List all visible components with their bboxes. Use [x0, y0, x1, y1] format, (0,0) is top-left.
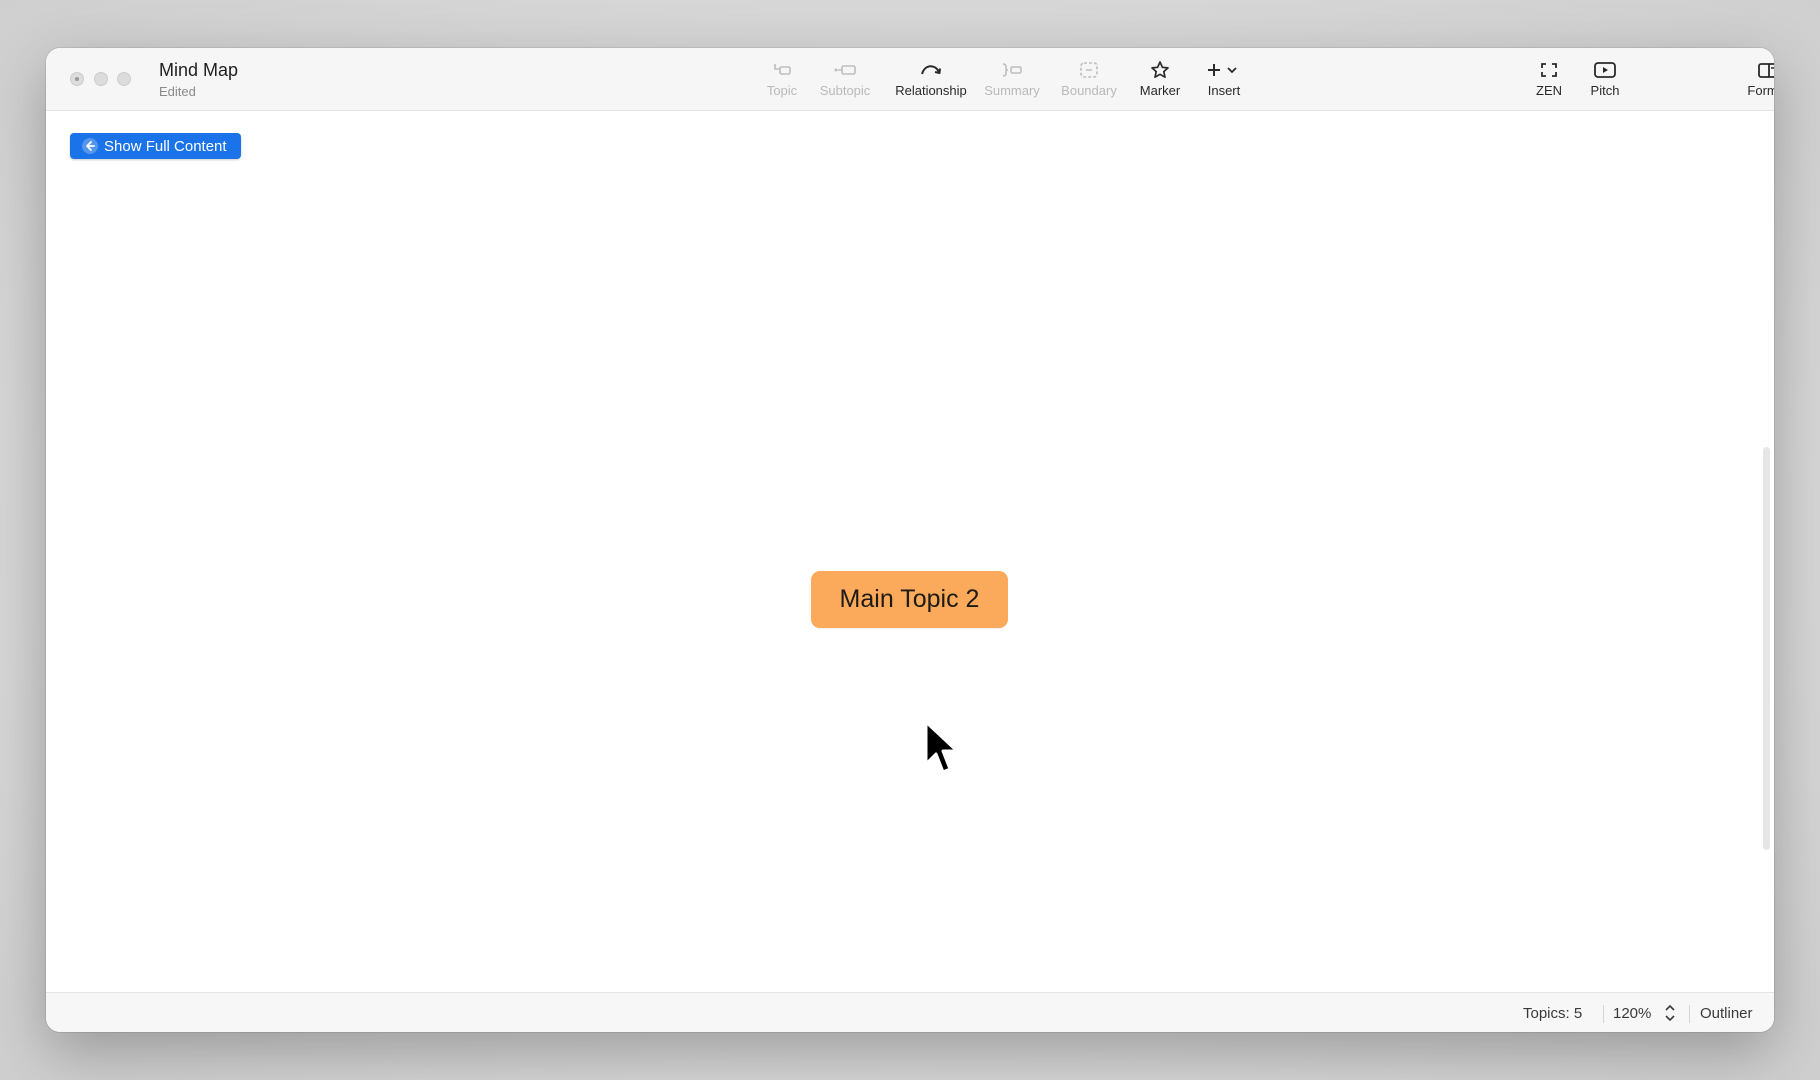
insert-button-label: Insert: [1207, 83, 1241, 98]
main-topic-text: Main Topic 2: [839, 585, 980, 613]
window-zoom-button[interactable]: [117, 72, 131, 86]
vertical-scrollbar[interactable]: [1763, 447, 1770, 850]
mind-map-canvas[interactable]: Show Full Content Main Topic 2: [46, 111, 1774, 972]
relationship-button-label: Relationship: [895, 83, 967, 98]
summary-button-label: Summary: [984, 83, 1040, 98]
mouse-pointer-icon: [924, 720, 964, 780]
document-status: Edited: [159, 84, 196, 99]
zoom-stepper-icon[interactable]: [1663, 1002, 1677, 1029]
subtopic-button[interactable]: Subtopic: [812, 58, 878, 102]
chevron-down-icon: [1227, 67, 1237, 74]
summary-button[interactable]: Summary: [977, 58, 1047, 102]
play-screen-icon: [1593, 58, 1617, 82]
boundary-icon: [1078, 58, 1100, 82]
zen-button-label: ZEN: [1536, 83, 1562, 98]
topics-count: Topics: 5: [1523, 1005, 1583, 1022]
summary-icon: [1000, 58, 1024, 82]
insert-menu-button[interactable]: Insert: [1196, 58, 1252, 102]
sidebar-panel-icon: [1757, 58, 1774, 82]
format-button-label: Format: [1747, 83, 1774, 98]
topic-button-label: Topic: [766, 83, 798, 98]
pitch-button[interactable]: Pitch: [1582, 58, 1628, 102]
window-minimize-button[interactable]: [94, 72, 108, 86]
format-panel-button[interactable]: Format: [1740, 58, 1774, 102]
boundary-button-label: Boundary: [1061, 83, 1117, 98]
status-divider: [1689, 1005, 1690, 1023]
fullscreen-icon: [1539, 58, 1559, 82]
main-topic-node[interactable]: Main Topic 2: [811, 571, 1008, 628]
status-bar: Topics: 5 120% Outliner: [46, 992, 1774, 1032]
zen-mode-button[interactable]: ZEN: [1529, 58, 1569, 102]
titlebar: Mind Map Edited Topic Subtopic Relations…: [46, 48, 1774, 111]
zoom-level[interactable]: 120%: [1613, 1005, 1651, 1022]
topic-button[interactable]: Topic: [757, 58, 807, 102]
app-window: Mind Map Edited Topic Subtopic Relations…: [46, 48, 1774, 1032]
pitch-button-label: Pitch: [1590, 83, 1620, 98]
subtopic-icon: [833, 58, 857, 82]
show-full-content-button[interactable]: Show Full Content: [70, 133, 241, 159]
status-divider: [1603, 1005, 1604, 1023]
marker-button-label: Marker: [1139, 83, 1181, 98]
topic-icon: [772, 58, 792, 82]
subtopic-button-label: Subtopic: [819, 83, 871, 98]
window-close-button[interactable]: [70, 72, 84, 86]
document-title[interactable]: Mind Map: [159, 60, 238, 81]
arrow-left-icon: [82, 138, 98, 154]
marker-button[interactable]: Marker: [1132, 58, 1188, 102]
relationship-curve-icon: [918, 58, 944, 82]
boundary-button[interactable]: Boundary: [1053, 58, 1125, 102]
star-icon: [1149, 58, 1171, 82]
outliner-button[interactable]: Outliner: [1700, 1005, 1753, 1022]
show-full-content-label: Show Full Content: [104, 137, 227, 155]
relationship-button[interactable]: Relationship: [886, 58, 976, 102]
plus-icon: [1204, 58, 1244, 82]
